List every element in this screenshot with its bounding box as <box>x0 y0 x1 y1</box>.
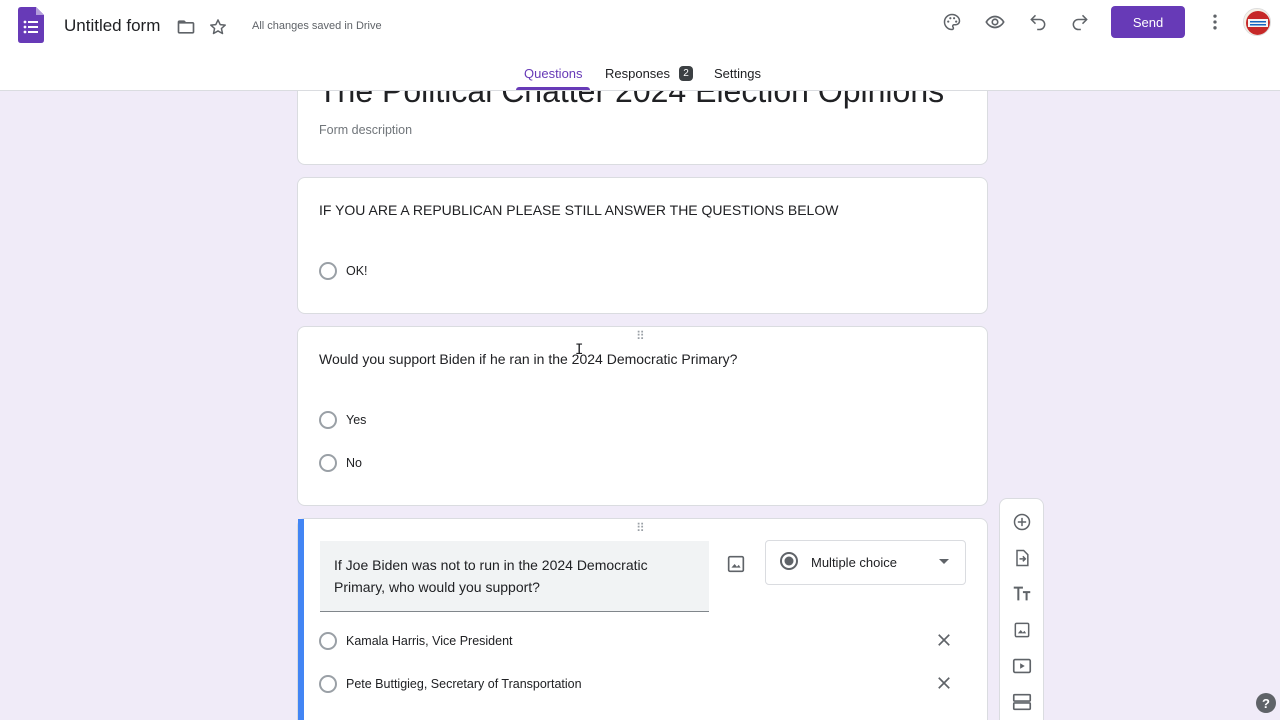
option-label: No <box>346 456 362 470</box>
floating-toolbar <box>999 498 1044 720</box>
question-card[interactable]: ⠿ Would you support Biden if he ran in t… <box>297 326 988 506</box>
question-title: IF YOU ARE A REPUBLICAN PLEASE STILL ANS… <box>319 202 839 218</box>
tab-bar: Questions Responses Settings <box>0 60 1280 90</box>
radio-icon <box>319 632 337 650</box>
add-image-icon[interactable] <box>725 553 747 580</box>
undo-icon[interactable] <box>1027 11 1049 33</box>
active-tab-indicator <box>516 87 590 90</box>
add-video-icon[interactable] <box>1011 655 1033 677</box>
tab-responses[interactable]: Responses <box>605 66 670 81</box>
option-item: Kamala Harris, Vice President <box>319 632 513 650</box>
question-title-input[interactable]: If Joe Biden was not to run in the 2024 … <box>320 541 709 612</box>
option-item: OK! <box>319 262 368 280</box>
question-title: Would you support Biden if he ran in the… <box>319 351 738 367</box>
save-status: All changes saved in Drive <box>252 20 382 32</box>
text-cursor-icon: I <box>575 342 584 358</box>
star-icon[interactable] <box>207 16 229 38</box>
option-label: Yes <box>346 413 367 427</box>
palette-icon[interactable] <box>940 11 964 33</box>
add-title-icon[interactable] <box>1011 583 1033 605</box>
avatar[interactable] <box>1243 8 1271 36</box>
radio-icon[interactable] <box>319 262 337 280</box>
radio-icon[interactable] <box>319 411 337 429</box>
question-type-dropdown[interactable]: Multiple choice <box>765 540 966 585</box>
folder-icon[interactable] <box>175 16 197 38</box>
question-type-label: Multiple choice <box>811 555 897 570</box>
preview-icon[interactable] <box>983 11 1007 33</box>
add-question-icon[interactable] <box>1011 511 1033 533</box>
import-questions-icon[interactable] <box>1011 547 1033 569</box>
active-question-card[interactable]: ⠿ If Joe Biden was not to run in the 202… <box>297 518 988 720</box>
more-vert-icon[interactable] <box>1204 11 1226 33</box>
document-title[interactable]: Untitled form <box>64 16 160 36</box>
form-title[interactable]: The Political Chatter 2024 Election Opin… <box>318 91 944 110</box>
question-card[interactable]: IF YOU ARE A REPUBLICAN PLEASE STILL ANS… <box>297 177 988 314</box>
responses-count-badge: 2 <box>679 66 693 81</box>
option-label[interactable]: Kamala Harris, Vice President <box>346 634 513 648</box>
drag-handle-icon[interactable]: ⠿ <box>636 329 646 343</box>
option-label[interactable]: Pete Buttigieg, Secretary of Transportat… <box>346 677 582 691</box>
redo-icon[interactable] <box>1069 11 1091 33</box>
tab-questions[interactable]: Questions <box>524 66 583 81</box>
help-icon[interactable]: ? <box>1256 693 1276 713</box>
add-section-icon[interactable] <box>1011 691 1033 713</box>
dropdown-arrow-icon <box>939 559 949 564</box>
forms-logo[interactable] <box>18 7 44 43</box>
drag-handle-icon[interactable]: ⠿ <box>636 521 646 535</box>
option-item: Pete Buttigieg, Secretary of Transportat… <box>319 675 582 693</box>
radio-icon[interactable] <box>319 454 337 472</box>
remove-option-icon[interactable] <box>935 631 953 654</box>
send-button[interactable]: Send <box>1111 6 1185 38</box>
form-header-card: The Political Chatter 2024 Election Opin… <box>297 91 988 165</box>
form-description-input[interactable]: Form description <box>319 123 412 137</box>
tab-settings[interactable]: Settings <box>714 66 761 81</box>
option-item: No <box>319 454 362 472</box>
active-question-indicator <box>298 519 304 720</box>
top-bar: Untitled form All changes saved in Drive… <box>0 0 1280 91</box>
radio-icon <box>319 675 337 693</box>
option-label: OK! <box>346 264 368 278</box>
option-item: Yes <box>319 411 366 429</box>
add-image-icon[interactable] <box>1011 619 1033 641</box>
radio-checked-icon <box>779 551 799 574</box>
remove-option-icon[interactable] <box>935 674 953 697</box>
